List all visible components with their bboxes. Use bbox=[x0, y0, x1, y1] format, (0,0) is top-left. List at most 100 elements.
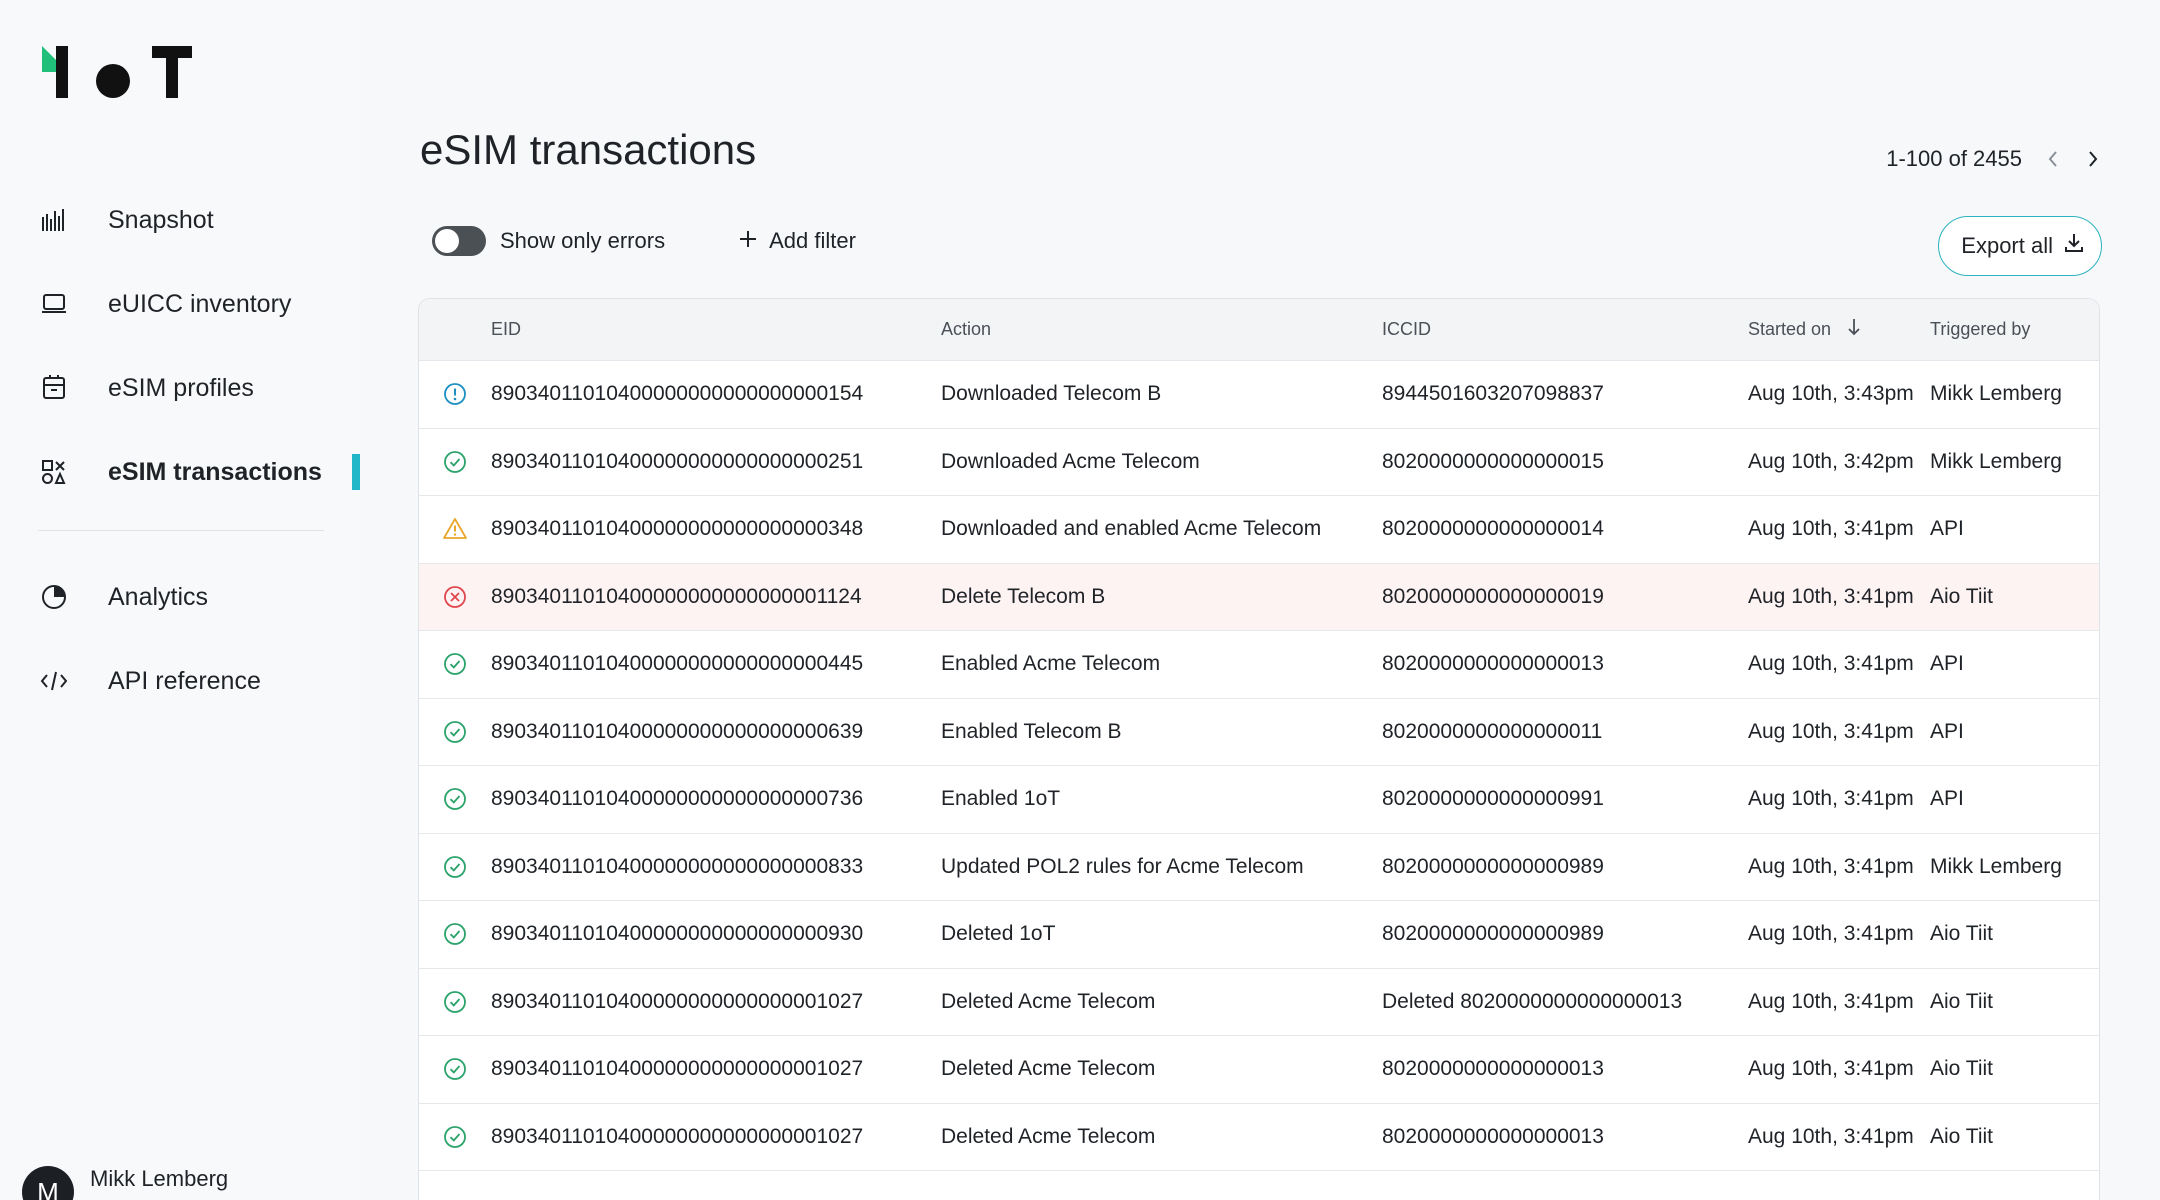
sidebar-item-snapshot[interactable]: Snapshot bbox=[0, 178, 360, 262]
check-circle-icon bbox=[419, 786, 491, 812]
check-circle-icon bbox=[419, 719, 491, 745]
info-circle-icon bbox=[419, 381, 491, 407]
sidebar-item-label: Analytics bbox=[108, 582, 209, 611]
cell-triggered-by: Aio Tiit bbox=[1930, 584, 1994, 608]
cell-iccid: 8944501603207098837 bbox=[1382, 382, 1604, 406]
bar-chart-icon bbox=[40, 206, 68, 234]
table-row[interactable]: 89034011010400000000000000001027 Deleted… bbox=[419, 1104, 2099, 1171]
header-action[interactable]: Action bbox=[941, 319, 1382, 340]
check-circle-icon bbox=[419, 989, 491, 1015]
cell-triggered-by: Mikk Lemberg bbox=[1930, 449, 2062, 473]
cell-started-on: Aug 10th, 3:41pm bbox=[1748, 719, 1914, 743]
table-row[interactable]: 89034011010400000000000000000736 Enabled… bbox=[419, 766, 2099, 834]
cell-triggered-by: API bbox=[1930, 719, 1964, 743]
cell-triggered-by: Mikk Lemberg bbox=[1930, 382, 2062, 406]
cell-started-on: Aug 10th, 3:41pm bbox=[1748, 854, 1914, 878]
chevron-right-icon[interactable] bbox=[2084, 150, 2102, 168]
pagination-range: 1-100 of 2455 bbox=[1886, 146, 2022, 171]
cell-eid: 89034011010400000000000000000348 bbox=[491, 517, 864, 541]
cell-iccid: 8020000000000000013 bbox=[1382, 1124, 1604, 1148]
user-profile[interactable]: M Mikk Lemberg bbox=[22, 1166, 228, 1200]
cell-eid: 89034011010400000000000000000639 bbox=[491, 719, 864, 743]
logo-one bbox=[38, 46, 72, 98]
table-row[interactable]: 89034011010400000000000000001124 Delete … bbox=[419, 563, 2099, 631]
cell-eid: 89034011010400000000000000001124 bbox=[491, 584, 862, 608]
show-errors-toggle[interactable] bbox=[432, 226, 486, 256]
toggle-label: Show only errors bbox=[500, 228, 666, 253]
cell-action: Enabled Telecom B bbox=[941, 719, 1122, 743]
cell-eid: 89034011010400000000000000000930 bbox=[491, 922, 864, 946]
table-row[interactable]: 89034011010400000000000000001027 Deleted… bbox=[419, 969, 2099, 1036]
pie-chart-icon bbox=[40, 583, 68, 611]
cell-eid: 89034011010400000000000000000251 bbox=[491, 449, 864, 473]
cell-action: Deleted 1oT bbox=[941, 922, 1056, 946]
cell-eid: 89034011010400000000000000001027 bbox=[491, 1057, 864, 1081]
cell-action: Downloaded and enabled Acme Telecom bbox=[941, 517, 1322, 541]
cell-started-on: Aug 10th, 3:41pm bbox=[1748, 787, 1914, 811]
cell-iccid: Deleted 8020000000000000013 bbox=[1382, 989, 1683, 1013]
cell-triggered-by: Aio Tiit bbox=[1930, 1057, 1994, 1081]
cell-triggered-by: Mikk Lemberg bbox=[1930, 854, 2062, 878]
user-name: Mikk Lemberg bbox=[90, 1166, 229, 1191]
header-started-on[interactable]: Started on bbox=[1748, 318, 1930, 341]
avatar: M bbox=[22, 1166, 74, 1200]
cell-triggered-by: Aio Tiit bbox=[1930, 989, 1994, 1013]
sim-card-icon bbox=[40, 374, 68, 402]
cell-triggered-by: API bbox=[1930, 652, 1964, 676]
sidebar-item-analytics[interactable]: Analytics bbox=[0, 555, 360, 639]
logo-o bbox=[96, 64, 130, 98]
table-row[interactable]: 89034011010400000000000000000930 Deleted… bbox=[419, 901, 2099, 969]
table-header: EID Action ICCID Started on Triggered by bbox=[419, 299, 2099, 361]
sidebar-item-esim-profiles[interactable]: eSIM profiles bbox=[0, 346, 360, 430]
sidebar-nav: Snapshot eUICC inventory eSIM profiles e… bbox=[0, 178, 360, 723]
table-row[interactable]: 89034011010400000000000000000639 Enabled… bbox=[419, 699, 2099, 766]
transactions-table: EID Action ICCID Started on Triggered by… bbox=[418, 298, 2100, 1200]
check-circle-icon bbox=[419, 1124, 491, 1150]
sidebar-item-label: eUICC inventory bbox=[108, 289, 292, 318]
sidebar-divider bbox=[38, 530, 324, 531]
cell-action: Delete Telecom B bbox=[941, 584, 1106, 608]
cell-started-on: Aug 10th, 3:41pm bbox=[1748, 922, 1914, 946]
table-row[interactable]: 89034011010400000000000000000154 Downloa… bbox=[419, 361, 2099, 429]
add-filter-button[interactable]: Add filter bbox=[739, 228, 856, 254]
cell-iccid: 8020000000000000013 bbox=[1382, 652, 1604, 676]
brand-logo[interactable] bbox=[38, 46, 192, 98]
sidebar-item-esim-transactions[interactable]: eSIM transactions bbox=[0, 430, 360, 514]
table-row[interactable]: 89034011010400000000000000000348 Downloa… bbox=[419, 496, 2099, 564]
chevron-left-icon[interactable] bbox=[2044, 150, 2062, 168]
laptop-icon bbox=[40, 290, 68, 318]
cell-started-on: Aug 10th, 3:41pm bbox=[1748, 584, 1914, 608]
check-circle-icon bbox=[419, 1056, 491, 1082]
sidebar-item-euicc-inventory[interactable]: eUICC inventory bbox=[0, 262, 360, 346]
table-row[interactable]: 89034011010400000000000000001027 Deleted… bbox=[419, 1036, 2099, 1104]
cell-started-on: Aug 10th, 3:43pm bbox=[1748, 382, 1914, 406]
logo-t bbox=[152, 46, 192, 98]
cell-iccid: 8020000000000000989 bbox=[1382, 922, 1604, 946]
header-eid[interactable]: EID bbox=[491, 319, 941, 340]
main-content: eSIM transactions 1-100 of 2455 Show onl… bbox=[360, 0, 2160, 1200]
table-body: 89034011010400000000000000000154 Downloa… bbox=[419, 361, 2099, 1171]
header-iccid[interactable]: ICCID bbox=[1382, 319, 1748, 340]
cell-iccid: 8020000000000000014 bbox=[1382, 517, 1604, 541]
code-icon bbox=[40, 667, 68, 695]
cell-triggered-by: Aio Tiit bbox=[1930, 1124, 1994, 1148]
sidebar-item-api-reference[interactable]: API reference bbox=[0, 639, 360, 723]
cell-iccid: 8020000000000000015 bbox=[1382, 449, 1604, 473]
cell-triggered-by: API bbox=[1930, 787, 1964, 811]
check-circle-icon bbox=[419, 651, 491, 677]
table-row[interactable]: 89034011010400000000000000000445 Enabled… bbox=[419, 631, 2099, 699]
cell-started-on: Aug 10th, 3:41pm bbox=[1748, 1057, 1914, 1081]
cell-action: Deleted Acme Telecom bbox=[941, 1124, 1156, 1148]
cell-iccid: 8020000000000000013 bbox=[1382, 1057, 1604, 1081]
check-circle-icon bbox=[419, 921, 491, 947]
plus-icon bbox=[739, 228, 757, 254]
table-row[interactable]: 89034011010400000000000000000833 Updated… bbox=[419, 834, 2099, 901]
header-triggered-by[interactable]: Triggered by bbox=[1930, 319, 2099, 340]
sidebar-item-label: API reference bbox=[108, 666, 261, 695]
table-row[interactable]: 89034011010400000000000000000251 Downloa… bbox=[419, 429, 2099, 496]
active-indicator bbox=[352, 454, 360, 490]
cell-started-on: Aug 10th, 3:41pm bbox=[1748, 652, 1914, 676]
cell-started-on: Aug 10th, 3:41pm bbox=[1748, 517, 1914, 541]
export-all-button[interactable]: Export all bbox=[1938, 216, 2102, 276]
cell-eid: 89034011010400000000000000000833 bbox=[491, 854, 864, 878]
